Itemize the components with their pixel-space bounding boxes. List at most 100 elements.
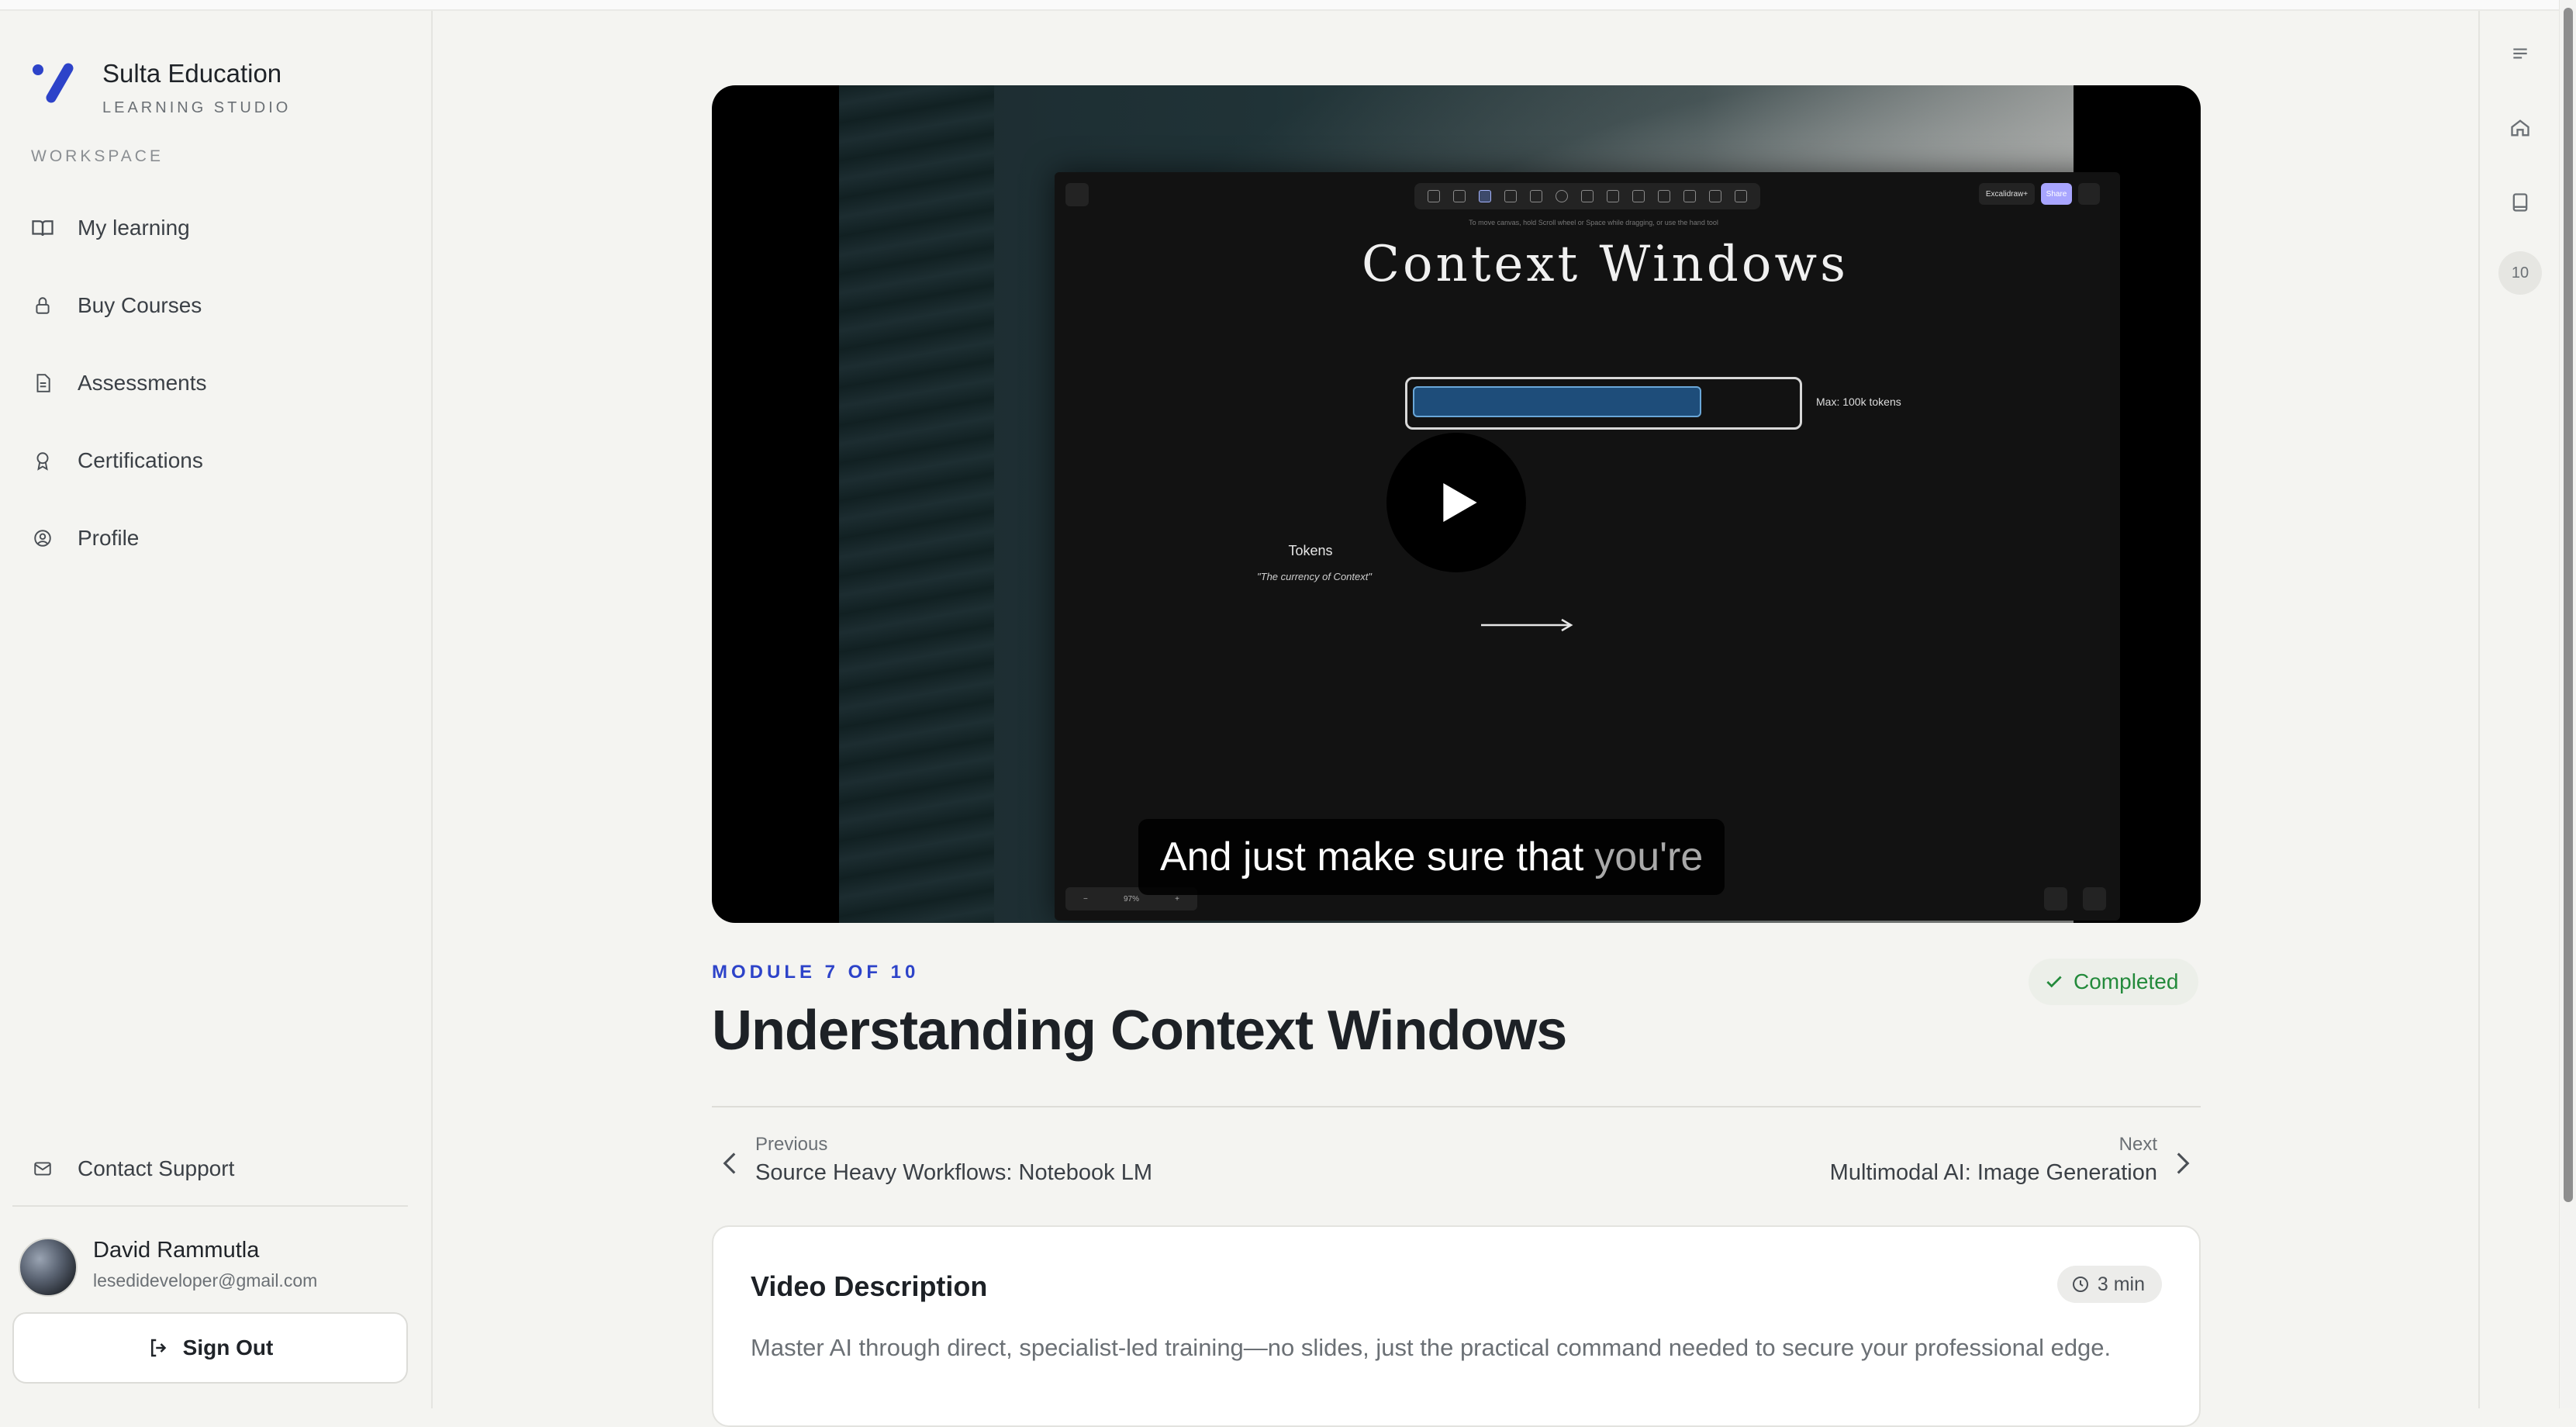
sidebar: Sulta Education LEARNING STUDIO WORKSPAC…	[0, 11, 433, 1408]
document-icon	[31, 371, 54, 395]
user-profile[interactable]: David Rammutla lesedideveloper@gmail.com	[19, 1232, 414, 1297]
rail-menu-button[interactable]	[2501, 34, 2540, 73]
shield-icon	[2044, 887, 2067, 910]
video-caption: And just make sure that you're	[1138, 819, 1725, 895]
shapes-tool-icon	[1735, 190, 1748, 202]
previous-module-link[interactable]: Previous Source Heavy Workflows: Noteboo…	[712, 1129, 1255, 1199]
brand-name: Sulta Education	[102, 59, 282, 88]
select-tool-icon	[1478, 190, 1491, 202]
sidebar-item-label: Assessments	[78, 371, 207, 395]
rectangle-tool-icon	[1504, 190, 1517, 202]
next-module-link[interactable]: Next Multimodal AI: Image Generation	[1658, 1129, 2201, 1199]
tokens-subtitle: "The currency of Context"	[1257, 571, 1372, 582]
logo-icon	[33, 63, 74, 103]
scrollbar-thumb[interactable]	[2564, 8, 2573, 1202]
lock-icon	[31, 294, 54, 317]
sidebar-divider	[12, 1205, 408, 1207]
sidebar-item-label: Buy Courses	[78, 293, 202, 317]
description-heading: Video Description	[751, 1270, 988, 1302]
canvas-hint: To move canvas, hold Scroll wheel or Spa…	[1469, 219, 1718, 226]
right-rail: 10	[2478, 11, 2560, 1408]
sidebar-item-certifications[interactable]: Certifications	[31, 422, 403, 499]
description-text: Master AI through direct, specialist-led…	[751, 1334, 2112, 1361]
sidebar-item-buy-courses[interactable]: Buy Courses	[31, 267, 403, 344]
caption-upcoming-text: you're	[1594, 834, 1704, 879]
context-bar-label: Max: 100k tokens	[1816, 396, 1901, 408]
share-button: Share	[2041, 183, 2072, 205]
rail-book-button[interactable]	[2501, 183, 2540, 222]
video-player[interactable]: To move canvas, hold Scroll wheel or Spa…	[712, 85, 2201, 923]
user-circle-icon	[31, 527, 54, 550]
mail-icon	[31, 1157, 54, 1180]
eraser-tool-icon	[1709, 190, 1722, 202]
tokens-label: Tokens	[1288, 543, 1333, 558]
status-badge: Completed	[2029, 959, 2199, 1005]
next-label: Next	[2118, 1134, 2157, 1155]
lines-icon	[2513, 48, 2527, 59]
top-bar	[0, 0, 2576, 11]
workspace-label: WORKSPACE	[31, 147, 164, 165]
excalidraw-button: Excalidraw+	[1979, 183, 2035, 205]
play-icon	[1443, 483, 1477, 522]
avatar	[19, 1238, 78, 1297]
check-icon	[2044, 972, 2064, 992]
text-tool-icon	[1658, 190, 1671, 202]
canvas-menu-icon	[1065, 183, 1089, 206]
module-label: MODULE 7 OF 10	[712, 962, 920, 983]
sidebar-item-label: Profile	[78, 526, 140, 550]
status-text: Completed	[2074, 969, 2179, 993]
diamond-tool-icon	[1529, 190, 1542, 202]
context-bar-fill	[1413, 386, 1701, 417]
sidebar-item-assessments[interactable]: Assessments	[31, 344, 403, 422]
image-tool-icon	[1683, 190, 1697, 202]
user-email: lesedideveloper@gmail.com	[93, 1270, 318, 1291]
previous-title: Source Heavy Workflows: Notebook LM	[755, 1160, 1153, 1185]
rail-home-button[interactable]	[2501, 109, 2540, 147]
award-icon	[31, 449, 54, 472]
page-title: Understanding Context Windows	[712, 1000, 1567, 1062]
video-description-card: Video Description 3 min Master AI throug…	[712, 1225, 2201, 1427]
contact-support-label: Contact Support	[78, 1156, 235, 1180]
ellipse-tool-icon	[1555, 190, 1568, 202]
next-title: Multimodal AI: Image Generation	[1829, 1160, 2157, 1185]
module-count-badge[interactable]: 10	[2498, 251, 2542, 295]
logout-icon	[147, 1336, 171, 1360]
home-icon	[2511, 119, 2529, 136]
user-name: David Rammutla	[93, 1238, 260, 1263]
canvas-bottom-buttons	[2044, 887, 2106, 910]
content-divider	[712, 1106, 2201, 1107]
sidebar-item-label: Certifications	[78, 448, 203, 472]
sidebar-item-label: My learning	[78, 216, 190, 240]
chevron-left-icon	[723, 1152, 736, 1174]
canvas-title: Context Windows	[1362, 236, 1849, 293]
book-icon	[2512, 193, 2528, 212]
zoom-in-icon: +	[1175, 894, 1179, 904]
zoom-out-icon: −	[1083, 894, 1088, 904]
brand-subtitle: LEARNING STUDIO	[102, 99, 292, 116]
duration-badge: 3 min	[2056, 1266, 2162, 1303]
contact-support-link[interactable]: Contact Support	[31, 1142, 234, 1196]
sidebar-item-profile[interactable]: Profile	[31, 499, 403, 577]
sign-out-button[interactable]: Sign Out	[12, 1312, 408, 1384]
arrow-tool-icon	[1580, 190, 1594, 202]
arrow-drawing	[1481, 618, 1573, 632]
sign-out-label: Sign Out	[182, 1335, 274, 1360]
previous-label: Previous	[755, 1134, 828, 1155]
sidebar-item-my-learning[interactable]: My learning	[31, 189, 403, 267]
help-icon	[2083, 887, 2106, 910]
zoom-level: 97%	[1123, 894, 1139, 904]
duration-text: 3 min	[2097, 1273, 2145, 1295]
canvas-toolbar	[1414, 183, 1760, 209]
library-icon	[2078, 183, 2100, 205]
book-open-icon	[31, 216, 54, 240]
line-tool-icon	[1606, 190, 1619, 202]
pencil-tool-icon	[1632, 190, 1645, 202]
hand-tool-icon	[1452, 190, 1466, 202]
lock-tool-icon	[1427, 190, 1440, 202]
play-button[interactable]	[1386, 433, 1526, 572]
whiteboard-canvas: To move canvas, hold Scroll wheel or Spa…	[1055, 172, 2120, 921]
caption-text: And just make sure that	[1160, 834, 1584, 879]
chevron-right-icon	[2177, 1152, 2190, 1174]
video-trees	[839, 85, 994, 923]
clock-icon	[2071, 1275, 2090, 1294]
